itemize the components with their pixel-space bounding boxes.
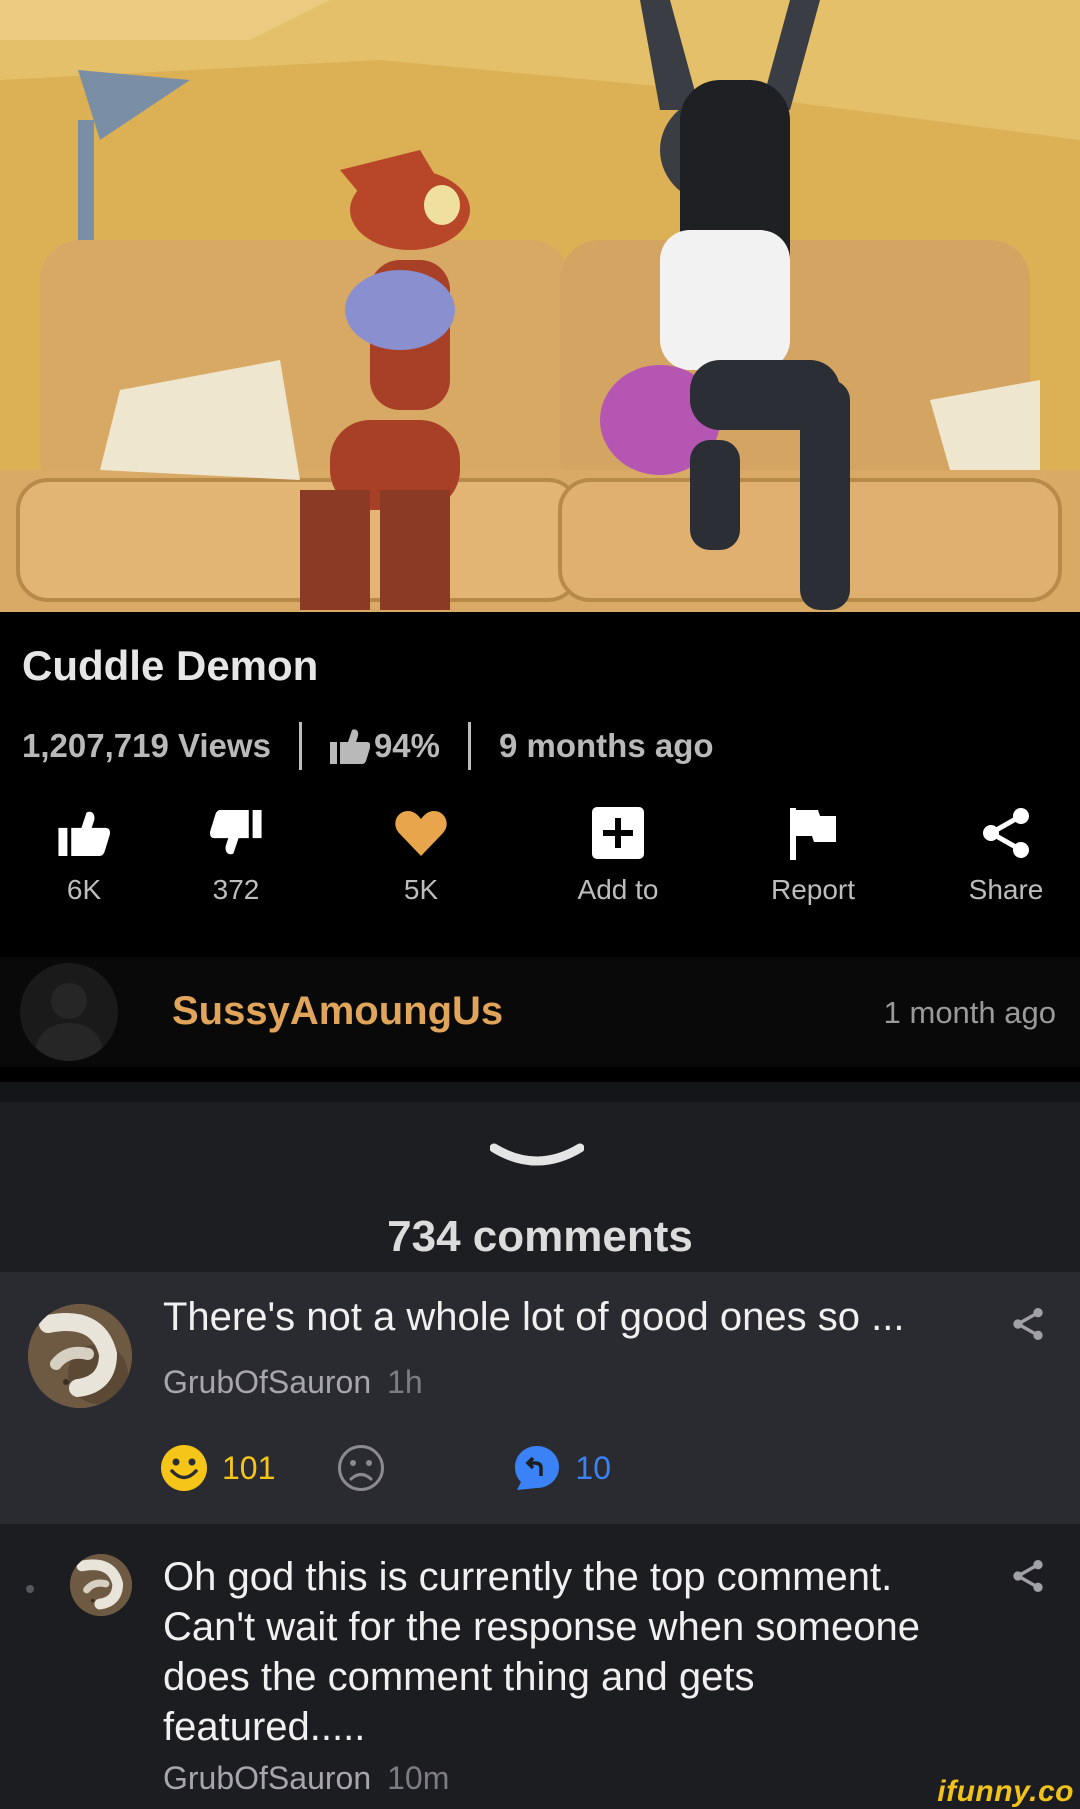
reply-count: 10: [575, 1449, 611, 1486]
comment-time: 10m: [387, 1760, 450, 1796]
commenter-avatar[interactable]: [28, 1304, 132, 1408]
stats-divider: [468, 722, 471, 770]
heart-icon: [395, 811, 447, 856]
action-bar: 6K 372 5K Add to Report Share: [0, 802, 1080, 922]
comment-meta: GrubOfSauron 1h: [163, 1364, 423, 1401]
comment-count: 734 comments: [387, 1212, 693, 1261]
favorite-count: 5K: [403, 874, 439, 905]
add-to-button[interactable]: Add to: [538, 802, 698, 906]
grub-avatar-image: [70, 1554, 132, 1616]
share-icon[interactable]: [1010, 1306, 1046, 1342]
flag-icon: [790, 808, 836, 860]
thumbs-up-icon: [58, 811, 110, 856]
reply-bubble-icon: [515, 1446, 560, 1490]
smile-icon: [161, 1445, 207, 1491]
comment-author[interactable]: GrubOfSauron: [163, 1760, 371, 1796]
video-info-panel: Cuddle Demon 1,207,719 Views 94% 9 month…: [0, 612, 1080, 1082]
posted-time: 9 months ago: [499, 727, 714, 764]
thumbs-up-icon: [329, 729, 370, 764]
video-title: Cuddle Demon: [22, 642, 319, 689]
video-thumbnail[interactable]: [0, 0, 1080, 612]
grub-avatar-image: [28, 1304, 132, 1408]
add-box-icon: [592, 807, 644, 859]
frown-icon: [338, 1445, 385, 1491]
share-button[interactable]: Share: [926, 802, 1080, 906]
uploader-time: 1 month ago: [883, 995, 1056, 1030]
avatar[interactable]: [20, 963, 118, 1061]
user-silhouette-icon: [34, 983, 104, 1061]
dislike-count: 372: [212, 874, 260, 905]
like-count: 6K: [66, 874, 102, 905]
uploader-name[interactable]: SussyAmoungUs: [172, 989, 503, 1034]
video-frame-image: [0, 0, 1080, 612]
chevron-down-icon[interactable]: [490, 1142, 584, 1170]
comment-item[interactable]: Oh god this is currently the top comment…: [0, 1524, 1080, 1809]
rating-value: 94%: [373, 727, 440, 764]
video-stats: 1,207,719 Views 94% 9 months ago: [22, 722, 714, 770]
share-icon[interactable]: [1010, 1558, 1046, 1594]
reply-button[interactable]: 10: [513, 1444, 611, 1492]
view-count: 1,207,719 Views: [22, 727, 271, 764]
comment-time: 1h: [387, 1364, 423, 1400]
share-label: Share: [968, 874, 1044, 905]
smile-count: 101: [222, 1449, 276, 1486]
rating: 94%: [329, 727, 440, 765]
thread-dot: [26, 1585, 34, 1593]
add-to-label: Add to: [577, 874, 659, 905]
comment-text: There's not a whole lot of good ones so …: [163, 1295, 905, 1339]
watermark: ifunny.co: [937, 1775, 1074, 1808]
comment-meta: GrubOfSauron 10m: [163, 1760, 449, 1797]
report-button[interactable]: Report: [733, 802, 893, 906]
stats-divider: [298, 722, 302, 770]
dislike-button[interactable]: 372: [156, 802, 316, 906]
report-label: Report: [770, 874, 856, 905]
comment-author[interactable]: GrubOfSauron: [163, 1364, 371, 1400]
comment-item[interactable]: There's not a whole lot of good ones so …: [0, 1272, 1080, 1524]
thumbs-down-icon: [210, 810, 262, 855]
share-icon: [983, 808, 1029, 858]
uploader-row[interactable]: SussyAmoungUs 1 month ago: [0, 957, 1080, 1067]
comments-header: 734 comments: [0, 1082, 1080, 1272]
like-button[interactable]: 6K: [4, 802, 164, 906]
comment-text: Oh god this is currently the top comment…: [163, 1555, 920, 1749]
comment-reactions: 101 10: [160, 1442, 611, 1494]
unsmile-button[interactable]: [337, 1444, 385, 1492]
smile-button[interactable]: 101: [160, 1444, 275, 1492]
commenter-avatar[interactable]: [70, 1554, 132, 1616]
favorite-button[interactable]: 5K: [341, 802, 501, 906]
